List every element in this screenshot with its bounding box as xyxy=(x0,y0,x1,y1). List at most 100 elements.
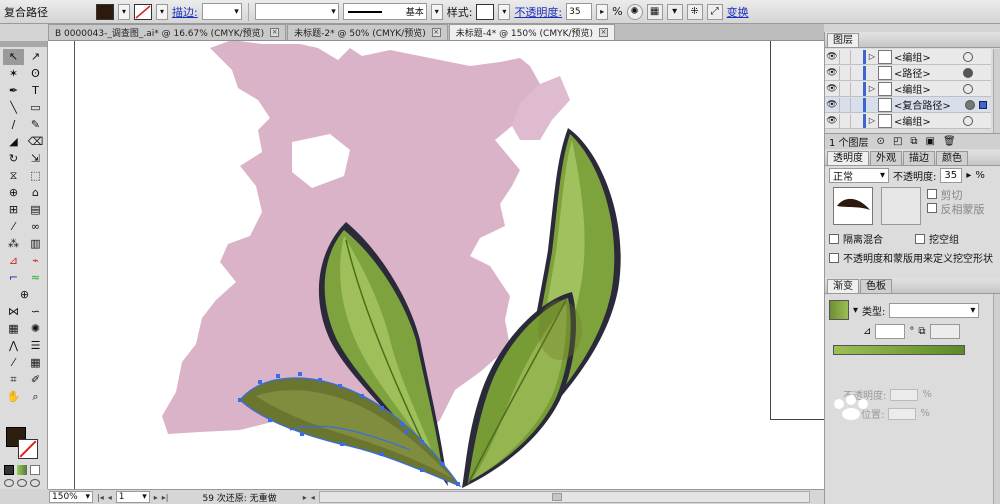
transform-link[interactable]: 变换 xyxy=(727,4,749,20)
eye-icon[interactable]: 👁 xyxy=(825,52,839,62)
crop-tool-icon[interactable]: ⌗ xyxy=(3,372,24,388)
hand-tool-icon[interactable]: ✋ xyxy=(3,389,24,405)
brush-dropdown[interactable]: ▾ xyxy=(430,3,443,20)
gradient-swatch[interactable] xyxy=(829,300,849,320)
align-grid-icon[interactable]: ▦ xyxy=(646,3,663,20)
aspect-ratio-input[interactable] xyxy=(929,324,960,339)
selection-tool-icon[interactable]: ↖ xyxy=(3,49,24,65)
paintbrush-tool-icon[interactable]: ∕ xyxy=(3,117,24,133)
lock-slot[interactable] xyxy=(839,113,851,128)
close-icon[interactable]: × xyxy=(270,28,280,37)
tab-layers[interactable]: 图层 xyxy=(827,33,859,47)
expand-arrow-icon[interactable]: ▷ xyxy=(866,84,878,93)
eyedropper-alt-tool-icon[interactable]: ⁄ xyxy=(3,355,24,371)
gradient-dropdown-icon[interactable]: ▾ xyxy=(853,305,858,316)
fill-swatch[interactable] xyxy=(96,3,114,20)
symbol-sprayer-tool-icon[interactable]: ⁂ xyxy=(3,236,24,252)
stroke-swatch[interactable] xyxy=(134,3,152,20)
list-tool-icon[interactable]: ☰ xyxy=(25,338,46,354)
tab-swatches[interactable]: 色板 xyxy=(860,279,892,293)
crosshair-tool-icon[interactable]: ⊕ xyxy=(3,287,46,303)
clip-option[interactable]: 剪切 xyxy=(927,189,985,203)
warp-tool-icon[interactable]: ∽ xyxy=(25,304,46,320)
blend-mode-select[interactable]: 正常 ▾ xyxy=(829,168,889,183)
gradient-tool-icon[interactable]: ▤ xyxy=(25,202,46,218)
layer-row[interactable]: 👁 <路径> xyxy=(825,65,991,81)
pencil-tool-icon[interactable]: ✎ xyxy=(25,117,46,133)
blend-tool-icon[interactable]: ∞ xyxy=(25,219,46,235)
fill-dropdown[interactable]: ▾ xyxy=(118,3,130,20)
make-clipping-mask-icon[interactable]: ◰ xyxy=(893,136,902,147)
close-icon[interactable]: × xyxy=(599,28,609,37)
target-icon[interactable] xyxy=(963,51,973,62)
opacity-arrow-icon[interactable]: ▸ xyxy=(966,170,971,181)
rectangle-tool-icon[interactable]: ▭ xyxy=(25,100,46,116)
page-field[interactable]: 1 ▾ xyxy=(115,491,150,503)
eraser-tool-icon[interactable]: ⌫ xyxy=(25,134,46,150)
zigzag-tool-icon[interactable]: ⋀ xyxy=(3,338,24,354)
stroke-weight-field[interactable]: ▾ xyxy=(201,3,242,20)
stroke-link[interactable]: 描边: xyxy=(172,4,198,20)
last-page-icon[interactable]: ▸| xyxy=(162,493,169,502)
opacity-input[interactable]: 35 xyxy=(940,168,963,183)
measure-tool-icon[interactable]: ▦ xyxy=(25,355,46,371)
lock-slot[interactable] xyxy=(839,65,851,80)
target-icon[interactable] xyxy=(963,115,973,126)
locate-object-icon[interactable]: ⊙ xyxy=(877,136,885,147)
width-tool-icon[interactable]: ⧖ xyxy=(3,168,24,184)
artboard-tool-icon[interactable]: ⊿ xyxy=(3,253,24,269)
free-transform-tool-icon[interactable]: ⬚ xyxy=(25,168,46,184)
scissors-tool-icon[interactable]: ≈ xyxy=(25,270,46,286)
stroke-dropdown[interactable]: ▾ xyxy=(156,3,168,20)
eye-icon[interactable]: 👁 xyxy=(825,100,839,110)
opacity-mask-checkbox[interactable] xyxy=(829,252,839,263)
first-page-icon[interactable]: |◂ xyxy=(97,493,104,502)
invert-mask-option[interactable]: 反相蒙版 xyxy=(927,203,985,217)
perspective-grid-tool-icon[interactable]: ⌂ xyxy=(25,185,46,201)
expand-arrow-icon[interactable]: ▷ xyxy=(866,116,878,125)
stop-opacity-input[interactable] xyxy=(890,388,919,401)
close-icon[interactable]: × xyxy=(431,28,441,37)
artboard-canvas[interactable] xyxy=(48,41,824,489)
target-icon[interactable] xyxy=(963,67,973,78)
zoom-field[interactable]: 150% ▾ xyxy=(49,491,93,503)
knockout-checkbox[interactable] xyxy=(915,233,925,244)
tab-document-2[interactable]: 未标题-2* @ 50% (CMYK/预览) × xyxy=(287,24,448,40)
draw-inside-icon[interactable] xyxy=(30,479,40,487)
recolor-icon[interactable]: ✺ xyxy=(626,3,643,20)
scale-tool-icon[interactable]: ⇲ xyxy=(25,151,46,167)
isolate-icon[interactable]: ⁜ xyxy=(686,3,703,20)
eyedropper-tool-icon[interactable]: ⁄ xyxy=(3,219,24,235)
color-mode-icon[interactable] xyxy=(4,465,14,475)
mask-thumbnail[interactable] xyxy=(881,187,921,225)
layers-scrollbar[interactable] xyxy=(993,49,1000,133)
graph-tool-icon[interactable]: ▦ xyxy=(3,321,24,337)
tab-appearance[interactable]: 外观 xyxy=(870,151,902,165)
opacity-link[interactable]: 不透明度: xyxy=(514,4,562,20)
rotate-tool-icon[interactable]: ↻ xyxy=(3,151,24,167)
new-sublayer-icon[interactable]: ⧉ xyxy=(910,136,917,147)
angle-input[interactable] xyxy=(875,324,906,339)
target-icon[interactable] xyxy=(963,83,973,94)
layer-row[interactable]: 👁 ▷ <编组> xyxy=(825,81,991,97)
more-options-icon[interactable]: ▾ xyxy=(666,3,683,20)
variable-width-field[interactable]: ▾ xyxy=(254,3,339,20)
stroke-color-box[interactable] xyxy=(18,439,38,459)
expand-icon[interactable]: ⤢ xyxy=(706,3,723,20)
type-tool-icon[interactable]: T xyxy=(25,83,46,99)
knife-tool-icon[interactable]: ⌐ xyxy=(3,270,24,286)
mesh-tool-icon[interactable]: ⊞ xyxy=(3,202,24,218)
line-tool-icon[interactable]: ╲ xyxy=(3,100,24,116)
brush-field[interactable]: 基本 xyxy=(342,3,427,20)
gradient-slider[interactable] xyxy=(833,345,965,355)
paint-bucket-tool-icon[interactable]: ✐ xyxy=(25,372,46,388)
style-swatch[interactable] xyxy=(476,3,495,20)
fill-stroke-control[interactable] xyxy=(4,423,44,487)
horizontal-scrollbar[interactable] xyxy=(318,491,810,503)
isolate-checkbox[interactable] xyxy=(829,233,839,244)
tab-document-3[interactable]: 未标题-4* @ 150% (CMYK/预览) × xyxy=(448,24,616,40)
gradient-mode-icon[interactable] xyxy=(17,465,27,475)
layer-row[interactable]: 👁 ▷ <编组> xyxy=(825,113,991,129)
lasso-tool-icon[interactable]: ʘ xyxy=(25,66,46,82)
delete-layer-icon[interactable]: 🗑 xyxy=(943,136,956,147)
